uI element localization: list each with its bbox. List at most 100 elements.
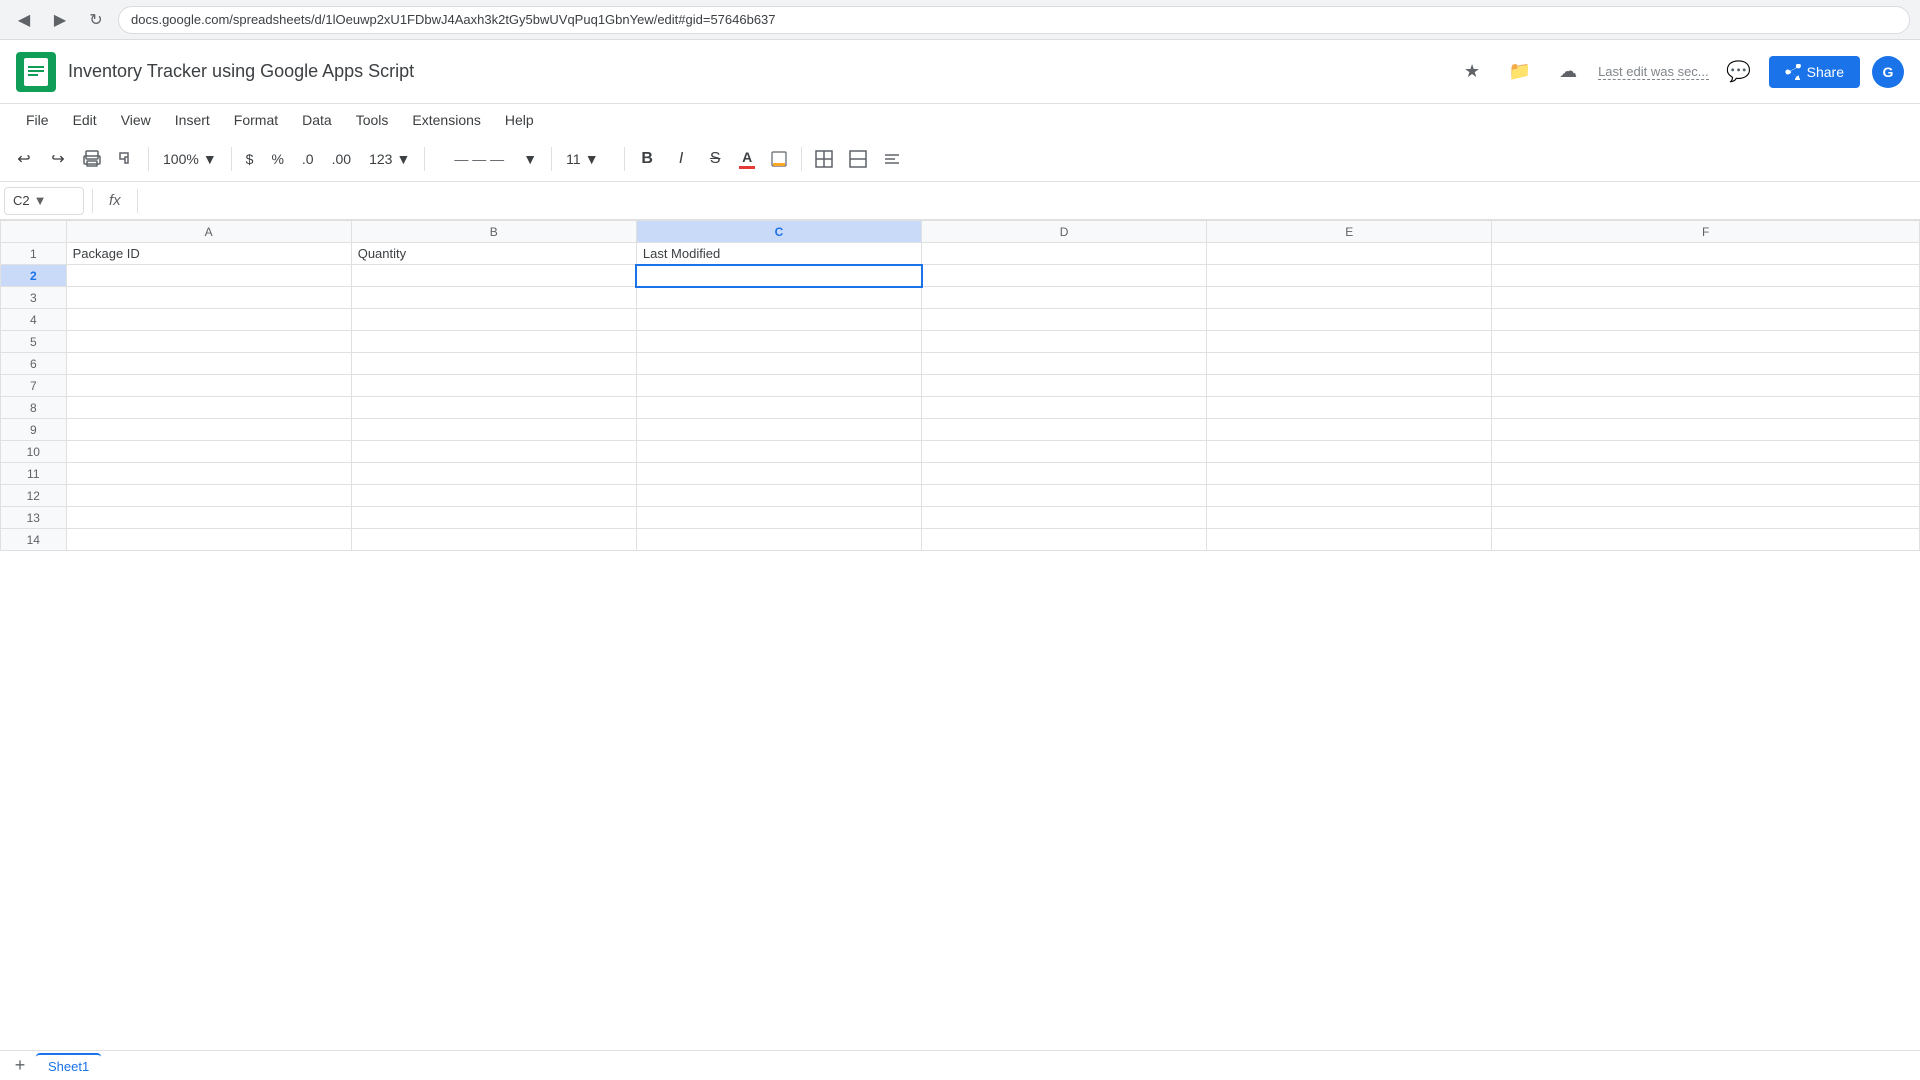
- cell-d8[interactable]: [922, 397, 1207, 419]
- cell-f5[interactable]: [1492, 331, 1920, 353]
- share-button[interactable]: Share: [1769, 56, 1860, 88]
- decimal-dec-button[interactable]: .0: [294, 147, 322, 171]
- row-header-5[interactable]: 5: [1, 331, 67, 353]
- cell-d6[interactable]: [922, 353, 1207, 375]
- zoom-selector[interactable]: 100% ▼: [155, 147, 225, 171]
- col-header-a[interactable]: A: [66, 221, 351, 243]
- cell-d5[interactable]: [922, 331, 1207, 353]
- cell-a12[interactable]: [66, 485, 351, 507]
- cell-c13[interactable]: [636, 507, 921, 529]
- cell-a11[interactable]: [66, 463, 351, 485]
- col-header-b[interactable]: B: [351, 221, 636, 243]
- cell-f3[interactable]: [1492, 287, 1920, 309]
- back-button[interactable]: ◀: [10, 6, 38, 34]
- forward-button[interactable]: ▶: [46, 6, 74, 34]
- menu-view[interactable]: View: [111, 108, 161, 132]
- row-header-7[interactable]: 7: [1, 375, 67, 397]
- add-sheet-button[interactable]: +: [8, 1054, 32, 1078]
- bold-button[interactable]: B: [631, 143, 663, 175]
- sheet-tab-sheet1[interactable]: Sheet1: [36, 1053, 101, 1078]
- cell-c7[interactable]: [636, 375, 921, 397]
- row-header-3[interactable]: 3: [1, 287, 67, 309]
- menu-format[interactable]: Format: [224, 108, 288, 132]
- cell-c5[interactable]: [636, 331, 921, 353]
- fill-color-button[interactable]: [763, 143, 795, 175]
- cell-e12[interactable]: [1207, 485, 1492, 507]
- redo-button[interactable]: ↪: [42, 143, 74, 175]
- cell-e10[interactable]: [1207, 441, 1492, 463]
- cell-a8[interactable]: [66, 397, 351, 419]
- cell-b10[interactable]: [351, 441, 636, 463]
- percent-button[interactable]: %: [263, 147, 291, 171]
- row-header-8[interactable]: 8: [1, 397, 67, 419]
- cell-d1[interactable]: [922, 243, 1207, 265]
- cell-e4[interactable]: [1207, 309, 1492, 331]
- cell-f6[interactable]: [1492, 353, 1920, 375]
- last-edit-text[interactable]: Last edit was sec...: [1598, 64, 1709, 80]
- user-avatar[interactable]: G: [1872, 56, 1904, 88]
- cell-c9[interactable]: [636, 419, 921, 441]
- cell-f11[interactable]: [1492, 463, 1920, 485]
- undo-button[interactable]: ↩: [8, 143, 40, 175]
- cell-a13[interactable]: [66, 507, 351, 529]
- cell-f2[interactable]: [1492, 265, 1920, 287]
- menu-tools[interactable]: Tools: [346, 108, 399, 132]
- cell-e8[interactable]: [1207, 397, 1492, 419]
- cell-b5[interactable]: [351, 331, 636, 353]
- cell-d11[interactable]: [922, 463, 1207, 485]
- font-selector[interactable]: — — — ▼: [431, 147, 545, 171]
- menu-edit[interactable]: Edit: [63, 108, 107, 132]
- text-align-button[interactable]: [876, 143, 908, 175]
- col-header-f[interactable]: F: [1492, 221, 1920, 243]
- decimal-inc-button[interactable]: .00: [324, 147, 359, 171]
- cell-e6[interactable]: [1207, 353, 1492, 375]
- cell-c1[interactable]: Last Modified: [636, 243, 921, 265]
- cell-e14[interactable]: [1207, 529, 1492, 551]
- cell-f7[interactable]: [1492, 375, 1920, 397]
- cell-b8[interactable]: [351, 397, 636, 419]
- cell-b9[interactable]: [351, 419, 636, 441]
- cell-b4[interactable]: [351, 309, 636, 331]
- cell-e2[interactable]: [1207, 265, 1492, 287]
- cell-f12[interactable]: [1492, 485, 1920, 507]
- cell-a14[interactable]: [66, 529, 351, 551]
- row-header-4[interactable]: 4: [1, 309, 67, 331]
- star-button[interactable]: ★: [1454, 54, 1490, 90]
- cell-d4[interactable]: [922, 309, 1207, 331]
- cell-e13[interactable]: [1207, 507, 1492, 529]
- cell-f10[interactable]: [1492, 441, 1920, 463]
- cell-e11[interactable]: [1207, 463, 1492, 485]
- menu-file[interactable]: File: [16, 108, 59, 132]
- cell-a7[interactable]: [66, 375, 351, 397]
- cloud-button[interactable]: ☁: [1550, 54, 1586, 90]
- print-button[interactable]: [76, 143, 108, 175]
- cell-c4[interactable]: [636, 309, 921, 331]
- cell-d7[interactable]: [922, 375, 1207, 397]
- row-header-9[interactable]: 9: [1, 419, 67, 441]
- italic-button[interactable]: I: [665, 143, 697, 175]
- cell-f4[interactable]: [1492, 309, 1920, 331]
- cell-a4[interactable]: [66, 309, 351, 331]
- address-bar[interactable]: docs.google.com/spreadsheets/d/1lOeuwp2x…: [118, 6, 1910, 34]
- cell-b6[interactable]: [351, 353, 636, 375]
- currency-button[interactable]: $: [238, 147, 262, 171]
- row-header-12[interactable]: 12: [1, 485, 67, 507]
- cell-a10[interactable]: [66, 441, 351, 463]
- strikethrough-button[interactable]: S: [699, 143, 731, 175]
- row-header-6[interactable]: 6: [1, 353, 67, 375]
- cell-d2[interactable]: [922, 265, 1207, 287]
- refresh-button[interactable]: ↻: [82, 6, 110, 34]
- cell-b12[interactable]: [351, 485, 636, 507]
- cell-f1[interactable]: [1492, 243, 1920, 265]
- formula-input[interactable]: [146, 187, 1916, 215]
- text-color-button[interactable]: A: [733, 147, 761, 171]
- cell-c8[interactable]: [636, 397, 921, 419]
- cell-e7[interactable]: [1207, 375, 1492, 397]
- col-header-c[interactable]: C: [636, 221, 921, 243]
- row-header-1[interactable]: 1: [1, 243, 67, 265]
- merge-cells-button[interactable]: [842, 143, 874, 175]
- comments-button[interactable]: 💬: [1721, 54, 1757, 90]
- cell-b11[interactable]: [351, 463, 636, 485]
- cell-d13[interactable]: [922, 507, 1207, 529]
- cell-c2[interactable]: [636, 265, 921, 287]
